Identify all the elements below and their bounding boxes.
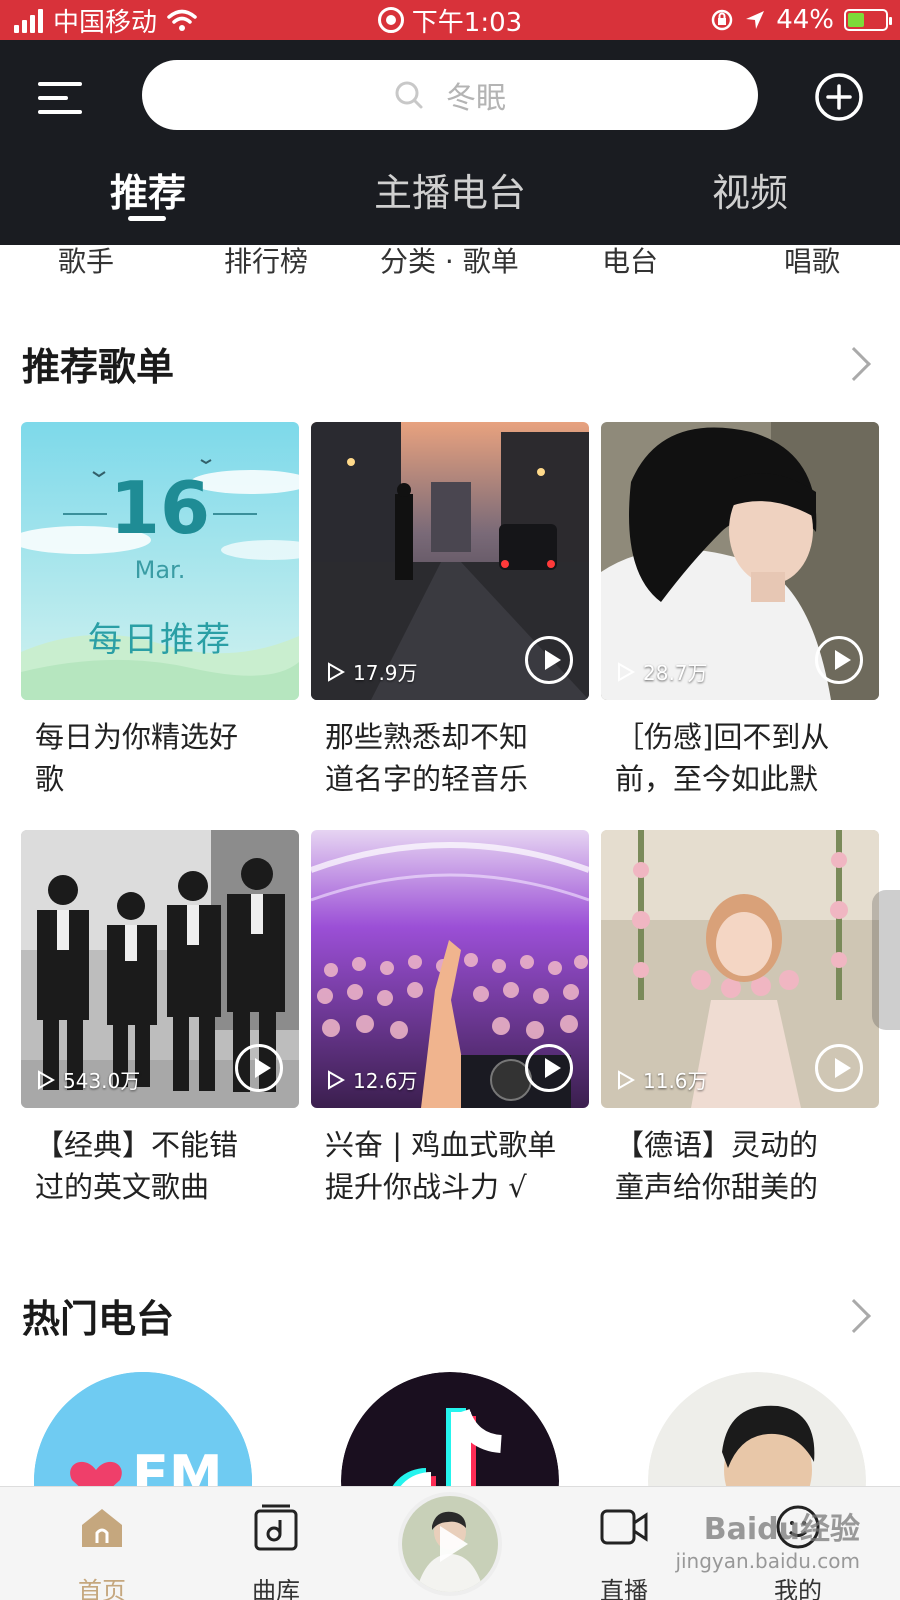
watermark-line: jingyan.baidu.com [675,1549,860,1573]
play-button-icon[interactable] [815,636,863,684]
playlist-card[interactable]: 543.0万 【经典】不能错 过的英文歌曲 [21,830,299,1208]
play-count-icon [618,1069,635,1090]
watermark: Baidu经验 jingyan.baidu.com [675,1512,860,1574]
search-icon [395,81,423,109]
tab-anchor-radio[interactable]: 主播电台 [360,162,540,232]
playlist-title-line: 【德语】灵动的 [615,1128,819,1162]
play-button-icon[interactable] [525,636,573,684]
battery-icon [844,9,892,31]
playlist-title-line: 前，至今如此默 [615,762,819,796]
search-bar[interactable]: 冬眠 [142,60,758,130]
playlist-title: 【德语】灵动的 童声给你甜美的 [601,1124,879,1208]
playlist-title-line: 【经典】不能错 [35,1128,239,1162]
play-count-value: 28.7万 [643,661,708,685]
playlist-card[interactable]: 12.6万 兴奋 | 鸡血式歌单 提升你战斗力 √ [311,830,589,1208]
playlist-title-line: 每日为你精选好 [35,720,239,754]
play-button-icon[interactable] [235,1044,283,1092]
play-count: 28.7万 [617,657,708,686]
tab-video[interactable]: 视频 [690,162,810,232]
play-count-icon [618,661,635,682]
daily-day: 16 [109,466,211,550]
chevron-right-icon[interactable] [837,347,871,381]
playlist-title-line: 道名字的轻音乐 [325,762,529,796]
now-playing-button[interactable] [398,1492,502,1596]
category-radio[interactable]: 电台 [602,240,658,280]
playlist-card[interactable]: 17.9万 那些熟悉却不知 道名字的轻音乐 [311,422,589,800]
rotation-lock-icon [711,9,733,31]
category-singer[interactable]: 歌手 [58,240,114,280]
playlist-title: 兴奋 | 鸡血式歌单 提升你战斗力 √ [311,1124,589,1208]
play-count-value: 543.0万 [63,1069,141,1093]
search-placeholder: 冬眠 [446,81,506,116]
play-count-value: 17.9万 [353,661,418,685]
tab-label: 曲库 [252,1577,300,1600]
tab-recommend[interactable]: 推荐 [96,162,200,232]
playlist-title-line: 兴奋 | 鸡血式歌单 [325,1128,557,1162]
top-tabs: 推荐 主播电台 视频 [0,162,900,242]
menu-icon[interactable] [38,78,82,118]
battery-percent: 44% [776,5,834,35]
play-count-icon [38,1069,55,1090]
active-tab-indicator [128,216,166,221]
add-icon[interactable] [814,72,864,122]
playlist-title-line: 提升你战斗力 √ [325,1170,527,1204]
video-camera-icon [600,1509,648,1545]
play-button-icon[interactable] [815,1044,863,1092]
play-button-icon[interactable] [525,1044,573,1092]
playlist-title: 那些熟悉却不知 道名字的轻音乐 [311,716,589,800]
playlist-cover: 543.0万 [21,830,299,1108]
watermark-line: Baidu经验 [703,1512,860,1547]
category-charts[interactable]: 排行榜 [224,240,308,280]
play-count: 12.6万 [327,1065,418,1094]
tab-label: 我的 [774,1577,822,1600]
tab-live[interactable]: 直播 [564,1487,684,1600]
playlist-card[interactable]: 11.6万 【德语】灵动的 童声给你甜美的 [601,830,879,1208]
tab-library[interactable]: 曲库 [216,1487,336,1600]
tab-label: 首页 [78,1577,126,1600]
playlist-title-line: 过的英文歌曲 [35,1170,210,1204]
playlist-title: 每日为你精选好 歌 [21,716,299,800]
playlist-title-line: 童声给你甜美的 [615,1170,819,1204]
playlist-cover: 28.7万 [601,422,879,700]
tab-home[interactable]: 首页 [42,1487,162,1600]
playlist-title-line: 歌 [35,762,65,796]
play-count: 11.6万 [617,1065,708,1094]
playlist-title: 【经典】不能错 过的英文歌曲 [21,1124,299,1208]
floating-side-handle[interactable] [872,890,900,1030]
playlist-title-line: ［伤感]回不到从 [615,720,830,754]
playlist-card-daily[interactable]: 16 Mar. 每日推荐 每日为你精选好 歌 [21,422,299,800]
play-count: 17.9万 [327,657,418,686]
play-count: 543.0万 [37,1065,140,1094]
section-title-recommend: 推荐歌单 [22,345,175,389]
play-count-icon [328,1069,345,1090]
app-header: 冬眠 推荐 主播电台 视频 [0,40,900,245]
daily-label: 每日推荐 [88,620,232,660]
playlist-title-line: 那些熟悉却不知 [325,720,529,754]
section-title-radio: 热门电台 [22,1297,175,1341]
playlist-cover: 12.6万 [311,830,589,1108]
playlist-card[interactable]: 28.7万 ［伤感]回不到从 前，至今如此默 [601,422,879,800]
daily-cover: 16 Mar. 每日推荐 [21,422,299,700]
playlist-cover: 11.6万 [601,830,879,1108]
status-bar: 中国移动 下午1:03 44% [0,0,900,40]
category-playlists[interactable]: 分类 · 歌单 [380,240,519,280]
category-sing[interactable]: 唱歌 [784,240,840,280]
play-count-icon [328,661,345,682]
playlist-title: ［伤感]回不到从 前，至今如此默 [601,716,879,800]
daily-month: Mar. [134,556,186,584]
play-count-value: 12.6万 [353,1069,418,1093]
music-library-icon [254,1504,298,1551]
play-count-value: 11.6万 [643,1069,708,1093]
category-row: 歌手 排行榜 分类 · 歌单 电台 唱歌 [0,240,900,280]
screen-record-icon [377,7,404,33]
location-arrow-icon [746,11,765,29]
playlist-cover: 17.9万 [311,422,589,700]
chevron-right-icon[interactable] [837,1299,871,1333]
tab-label: 直播 [600,1577,648,1600]
clock: 下午1:03 [411,7,523,38]
home-icon [82,1509,122,1547]
